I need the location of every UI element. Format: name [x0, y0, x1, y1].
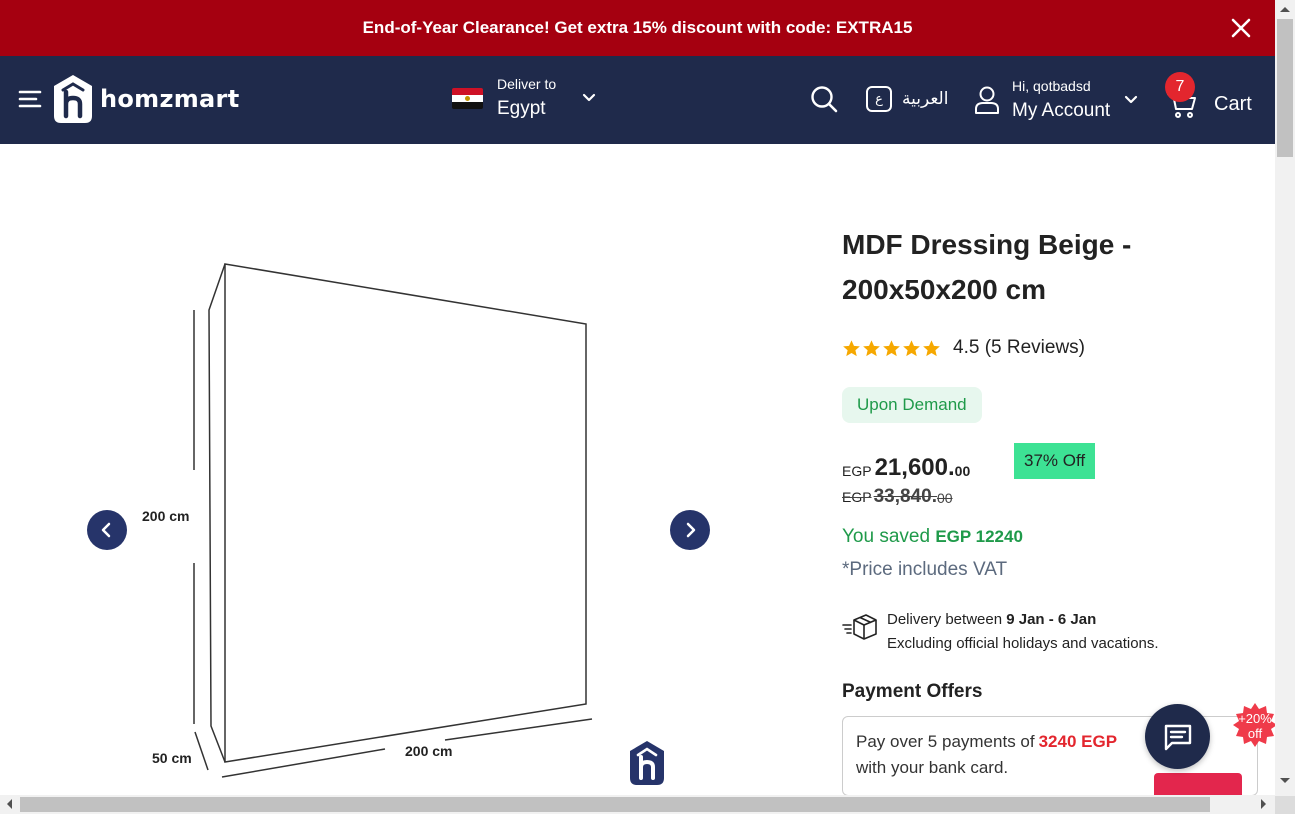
old-price-decimals: 00 [936, 490, 953, 506]
current-price: EGP 21,600. 00 37% Off [842, 443, 1262, 482]
cart-count-badge: 7 [1165, 72, 1195, 102]
deliver-country: Egypt [497, 98, 546, 119]
scroll-up-arrow-icon[interactable] [1279, 5, 1291, 13]
star-icon [863, 339, 880, 356]
gallery-next-button[interactable] [670, 510, 710, 550]
horizontal-scrollbar-thumb[interactable] [20, 797, 1210, 812]
account-label: My Account [1012, 100, 1111, 121]
deliver-to-selector[interactable]: Deliver to Egypt [452, 76, 596, 120]
product-gallery: 200 cm 50 cm 200 cm [80, 230, 720, 795]
account-greeting: Hi, qotbadsd [1012, 78, 1091, 94]
chat-button[interactable] [1145, 704, 1210, 769]
payment-amount: 3240 EGP [1038, 732, 1118, 751]
chevron-right-icon [686, 522, 696, 538]
star-icon [903, 339, 920, 356]
scrollbar-corner [1275, 796, 1295, 814]
vertical-scrollbar-thumb[interactable] [1277, 19, 1293, 157]
star-icon [883, 339, 900, 356]
payment-offer-button[interactable] [1154, 773, 1242, 795]
old-price-currency: EGP [842, 489, 872, 505]
homzmart-logo-icon [54, 75, 92, 123]
menu-icon[interactable] [18, 87, 42, 111]
scroll-left-arrow-icon[interactable] [5, 798, 13, 810]
star-icon [923, 339, 940, 356]
dimension-depth: 50 cm [152, 750, 192, 766]
scroll-right-arrow-icon[interactable] [1260, 798, 1268, 810]
payment-offers-title: Payment Offers [842, 681, 983, 702]
site-header: homzmart Deliver to Egypt ع العربية Hi, … [0, 56, 1275, 144]
old-price-integer: 33,840. [873, 486, 937, 507]
account-menu[interactable]: Hi, qotbadsd My Account [974, 78, 1138, 122]
price-decimals: 00 [954, 463, 971, 479]
homzmart-watermark-icon [630, 741, 664, 785]
brand-name: homzmart [100, 85, 240, 113]
promo-text: End-of-Year Clearance! Get extra 15% dis… [362, 18, 913, 37]
star-icon [843, 339, 860, 356]
language-badge: ع [866, 86, 892, 112]
language-label: العربية [902, 89, 949, 109]
stock-status-badge: Upon Demand [842, 387, 982, 423]
scroll-down-arrow-icon[interactable] [1279, 777, 1291, 785]
payment-text: Pay over 5 payments of [856, 732, 1035, 751]
chevron-down-icon [583, 93, 596, 102]
savings-text: You saved EGP 12240 [842, 526, 1262, 548]
dimension-width: 200 cm [405, 743, 453, 759]
chevron-down-icon [1125, 95, 1138, 104]
rating-text: 4.5 (5 Reviews) [953, 337, 1085, 358]
brand-logo[interactable]: homzmart [52, 74, 239, 124]
delivery-prefix: Delivery between [887, 611, 1003, 628]
egypt-flag-icon [452, 87, 483, 109]
discount-badge: 37% Off [1014, 443, 1096, 479]
delivery-dates: 9 Jan - 6 Jan [1006, 611, 1097, 628]
saved-amount: EGP 12240 [935, 527, 1023, 546]
rating-stars [842, 339, 942, 358]
close-icon[interactable] [1229, 16, 1253, 40]
saved-prefix: You saved [842, 526, 931, 547]
discount-badge-line2: off [1247, 726, 1263, 741]
price-integer: 21,600. [874, 454, 955, 481]
product-rating[interactable]: 4.5 (5 Reviews) [842, 337, 1262, 359]
cart-label: Cart [1214, 92, 1252, 115]
product-info-panel: MDF Dressing Beige - 200x50x200 cm 4.5 (… [842, 222, 1262, 796]
price-currency: EGP [842, 463, 872, 479]
chat-icon [1164, 724, 1191, 750]
delivery-box-icon [842, 614, 877, 640]
vat-note: *Price includes VAT [842, 559, 1008, 580]
language-switch[interactable]: ع العربية [866, 86, 948, 112]
gallery-prev-button[interactable] [87, 510, 127, 550]
product-title: MDF Dressing Beige - 200x50x200 cm [842, 229, 1132, 305]
delivery-note: Excluding official holidays and vacation… [887, 635, 1159, 652]
delivery-info: Delivery between 9 Jan - 6 Jan Excluding… [842, 608, 1262, 656]
discount-badge-text: +20% off [1232, 711, 1278, 741]
cart-button[interactable]: 7 Cart [1165, 72, 1252, 120]
user-icon [975, 86, 999, 114]
discount-badge-line1: +20% [1238, 711, 1272, 726]
search-icon[interactable] [810, 85, 838, 113]
chevron-left-icon [101, 522, 111, 538]
promo-banner: End-of-Year Clearance! Get extra 15% dis… [0, 0, 1275, 56]
old-price: EGP 33,840. 00 [842, 486, 1262, 508]
deliver-label: Deliver to [497, 76, 557, 92]
dimension-height: 200 cm [142, 508, 190, 524]
